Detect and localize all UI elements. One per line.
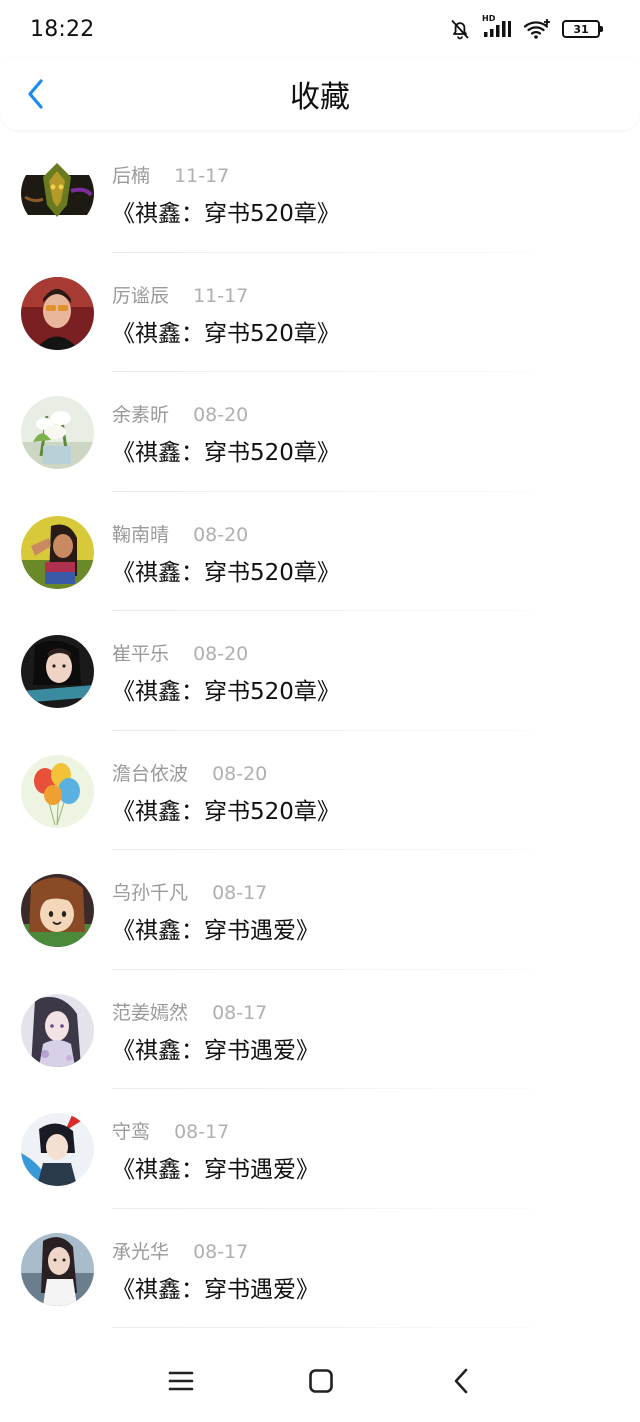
author-name: 乌孙千凡: [112, 882, 189, 904]
menu-icon: [168, 1371, 194, 1391]
item-date: 11-17: [193, 284, 249, 307]
back-icon: [454, 1368, 468, 1394]
page-title: 收藏: [290, 80, 350, 115]
list-item[interactable]: 余素昕 08-20 《祺鑫：穿书520章》: [0, 372, 640, 492]
signal-icon: HD: [482, 14, 512, 41]
item-date: 11-17: [174, 165, 230, 187]
item-meta: 鞠南晴 08-20: [112, 520, 248, 547]
battery-icon: 31: [562, 17, 603, 41]
avatar[interactable]: [21, 993, 94, 1067]
item-meta: 后楠 11-17: [112, 161, 229, 188]
item-title: 《祺鑫：穿书520章》: [112, 679, 340, 705]
item-date: 08-17: [212, 882, 268, 904]
wifi-icon: [522, 17, 552, 41]
battery-level: 31: [562, 20, 603, 38]
item-title: 《祺鑫：穿书520章》: [112, 798, 340, 825]
item-meta: 守鸾 08-17: [112, 1117, 229, 1144]
avatar[interactable]: [21, 635, 94, 708]
list-item[interactable]: 乌孙千凡 08-17 《祺鑫：穿书遇爱》: [0, 850, 640, 970]
item-meta: 范姜嫣然 08-17: [112, 998, 267, 1025]
system-nav-bar: [0, 1340, 640, 1422]
item-title: 《祺鑫：穿书遇爱》: [112, 918, 319, 944]
author-name: 崔平乐: [112, 643, 170, 665]
nav-back-button[interactable]: [446, 1366, 476, 1396]
list-item[interactable]: 承光华 08-17 《祺鑫：穿书遇爱》: [0, 1209, 640, 1328]
item-meta: 崔平乐 08-20: [112, 639, 248, 666]
avatar[interactable]: [21, 276, 94, 350]
avatar[interactable]: [21, 1232, 94, 1306]
item-date: 08-17: [193, 1240, 249, 1263]
home-icon: [309, 1369, 333, 1393]
item-title: 《祺鑫：穿书520章》: [112, 320, 340, 347]
item-meta: 余素昕 08-20: [112, 400, 248, 427]
list-item[interactable]: 后楠 11-17 《祺鑫：穿书520章》: [0, 133, 640, 253]
app-header: 收藏: [0, 58, 640, 130]
list-item[interactable]: 鞠南晴 08-20 《祺鑫：穿书520章》: [0, 492, 640, 611]
avatar[interactable]: [21, 515, 94, 589]
author-name: 后楠: [112, 165, 151, 187]
author-name: 鞠南晴: [112, 523, 170, 546]
chevron-left-icon: [28, 79, 43, 109]
item-title: 《祺鑫：穿书遇爱》: [112, 1157, 319, 1183]
author-name: 范姜嫣然: [112, 1001, 189, 1024]
item-title: 《祺鑫：穿书遇爱》: [112, 1276, 319, 1303]
author-name: 余素昕: [112, 404, 170, 426]
item-meta: 厉谧辰 11-17: [112, 281, 248, 308]
item-date: 08-20: [193, 404, 249, 426]
author-name: 澹台依波: [112, 762, 189, 785]
avatar[interactable]: [21, 157, 94, 230]
status-bar: 18:22 HD 31: [0, 0, 640, 58]
list-item[interactable]: 范姜嫣然 08-17 《祺鑫：穿书遇爱》: [0, 970, 640, 1089]
avatar[interactable]: [21, 396, 94, 469]
item-date: 08-20: [193, 643, 249, 665]
item-title: 《祺鑫：穿书520章》: [112, 440, 340, 466]
recent-apps-button[interactable]: [166, 1366, 196, 1396]
list-item[interactable]: 厉谧辰 11-17 《祺鑫：穿书520章》: [0, 253, 640, 372]
back-button[interactable]: [18, 74, 54, 114]
list-item[interactable]: 崔平乐 08-20 《祺鑫：穿书520章》: [0, 611, 640, 731]
mute-bell-icon: [448, 17, 472, 41]
favorites-list: 后楠 11-17 《祺鑫：穿书520章》 厉谧辰 11-17 《祺鑫：穿书520…: [0, 133, 640, 1328]
home-button[interactable]: [306, 1366, 336, 1396]
item-meta: 澹台依波 08-20: [112, 759, 267, 786]
item-title: 《祺鑫：穿书520章》: [112, 559, 340, 586]
list-item[interactable]: 澹台依波 08-20 《祺鑫：穿书520章》: [0, 731, 640, 850]
item-title: 《祺鑫：穿书遇爱》: [112, 1037, 319, 1064]
divider: [112, 1327, 532, 1328]
item-meta: 乌孙千凡 08-17: [112, 878, 267, 905]
item-date: 08-17: [212, 1001, 268, 1024]
item-date: 08-20: [193, 523, 249, 546]
status-icons: HD 31: [448, 14, 603, 41]
author-name: 守鸾: [112, 1121, 151, 1143]
author-name: 承光华: [112, 1240, 170, 1263]
list-item[interactable]: 守鸾 08-17 《祺鑫：穿书遇爱》: [0, 1089, 640, 1209]
avatar[interactable]: [21, 754, 94, 828]
author-name: 厉谧辰: [112, 284, 170, 307]
item-title: 《祺鑫：穿书520章》: [112, 201, 340, 227]
status-time: 18:22: [30, 16, 95, 42]
item-date: 08-17: [174, 1121, 230, 1143]
item-date: 08-20: [212, 762, 268, 785]
avatar[interactable]: [21, 1113, 94, 1186]
item-meta: 承光华 08-17: [112, 1237, 248, 1264]
avatar[interactable]: [21, 874, 94, 947]
network-badge: HD: [482, 14, 496, 23]
